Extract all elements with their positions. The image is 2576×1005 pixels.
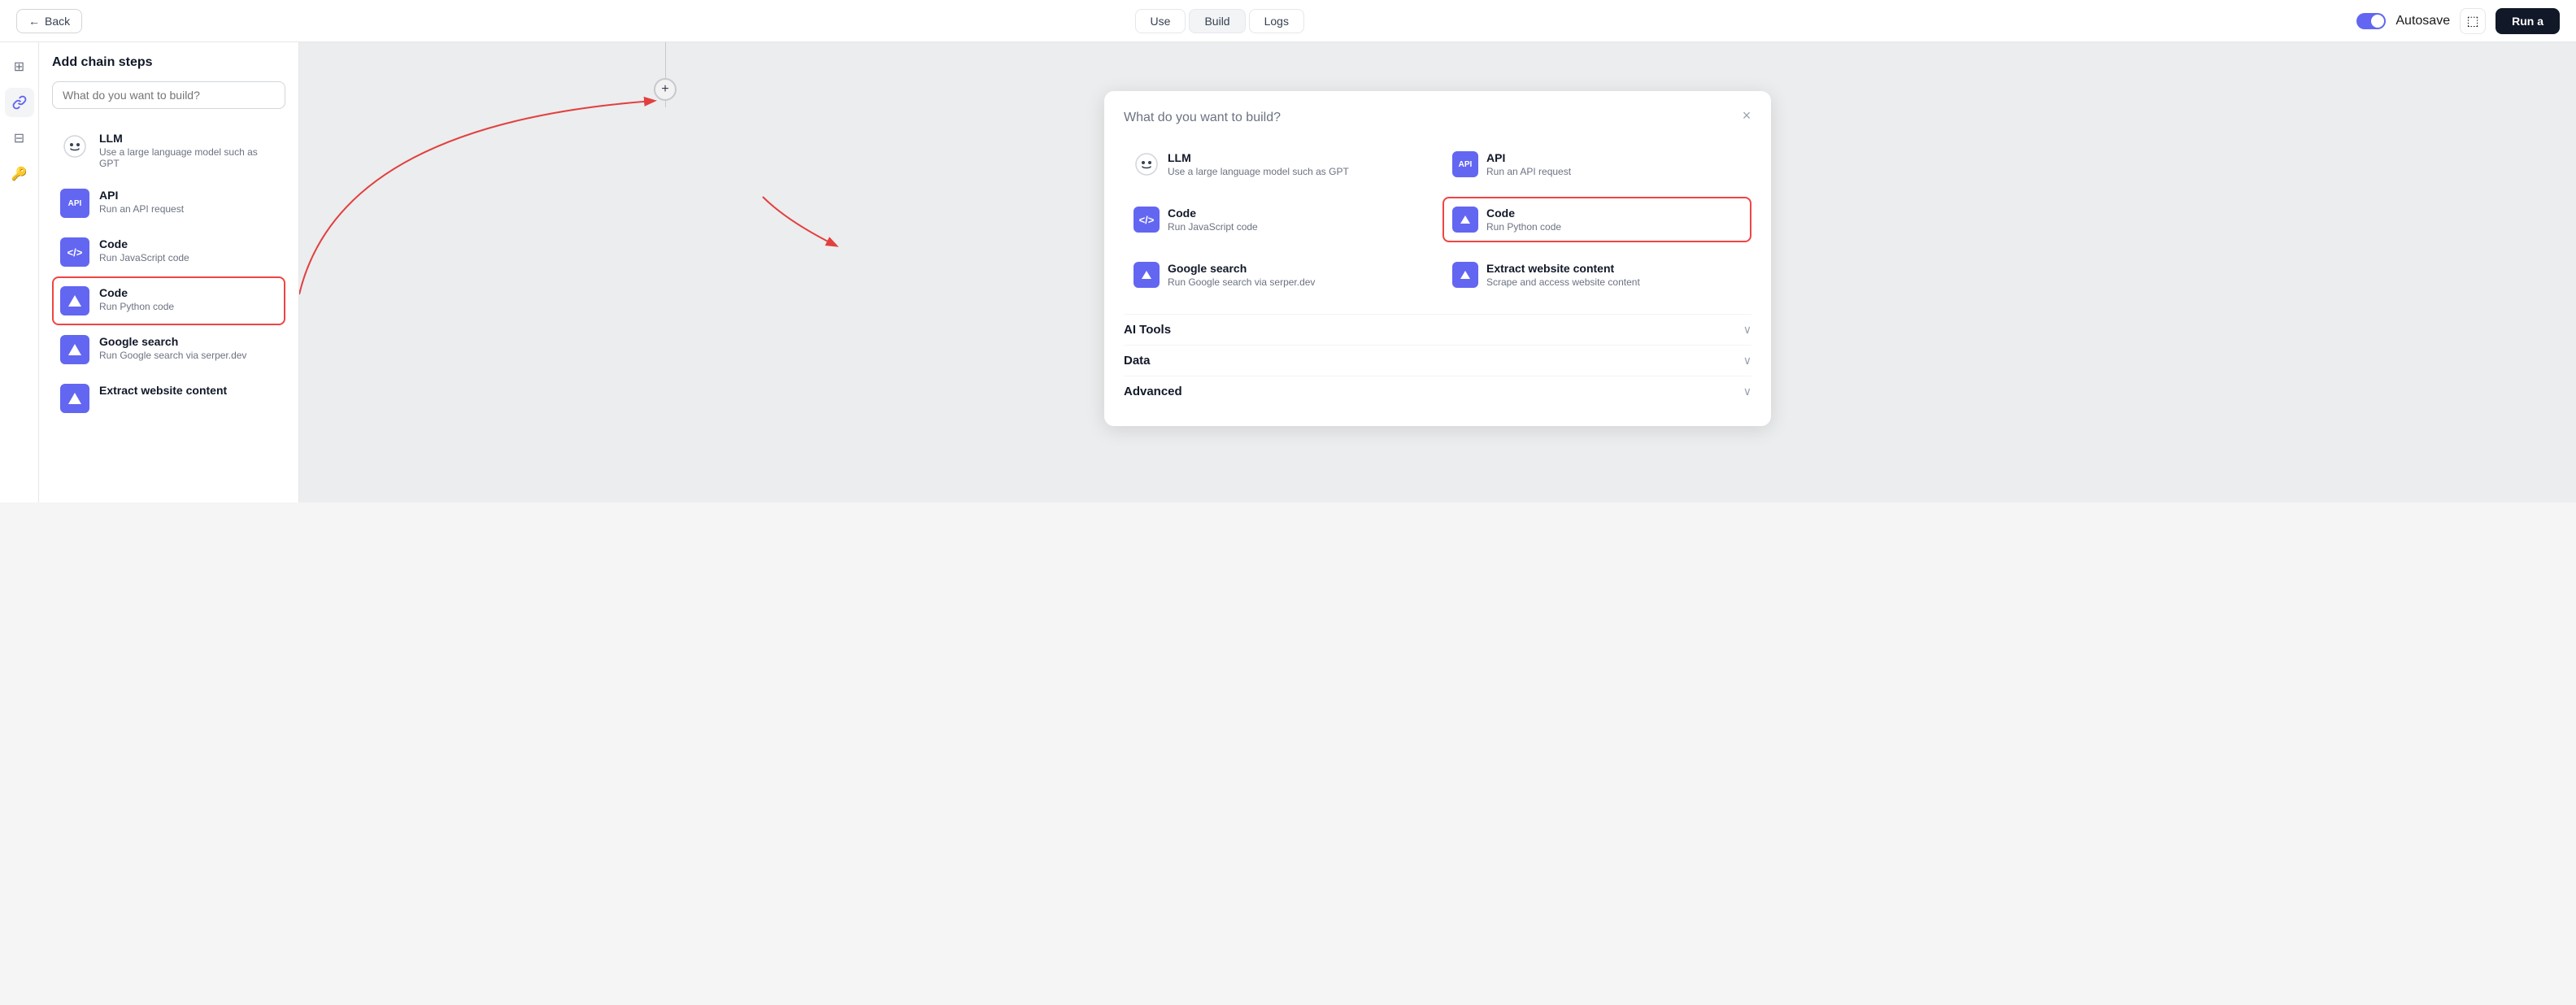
modal-extract-desc: Scrape and access website content [1486, 276, 1640, 288]
modal-extract-triangle-icon [1460, 271, 1470, 279]
tab-use[interactable]: Use [1135, 9, 1186, 33]
list-item-google[interactable]: Google search Run Google search via serp… [52, 325, 285, 374]
ai-tools-chevron-icon: ∨ [1743, 323, 1751, 337]
save-icon: ⬚ [2467, 13, 2479, 29]
modal-llm-name: LLM [1168, 151, 1349, 164]
panel-title: Add chain steps [52, 55, 285, 70]
extract-icon [60, 384, 89, 413]
left-panel: Add chain steps LLM Use a large language… [39, 42, 299, 502]
list-item-extract[interactable]: Extract website content [52, 374, 285, 423]
back-arrow-icon: ← [28, 15, 40, 28]
modal-google-desc: Run Google search via serper.dev [1168, 276, 1315, 288]
modal-google-name: Google search [1168, 262, 1315, 275]
nav-tabs: Use Build Logs [1135, 9, 1304, 33]
modal-item-code-py[interactable]: Code Run Python code [1442, 197, 1751, 242]
modal-code-js-icon: </> [1134, 207, 1160, 233]
api-name: API [99, 189, 184, 202]
main-layout: ⊞ ⊟ 🔑 Add chain steps LLM [0, 42, 2576, 502]
list-item-llm[interactable]: LLM Use a large language model such as G… [52, 122, 285, 179]
modal-google-icon [1134, 262, 1160, 288]
section-advanced[interactable]: Advanced ∨ [1124, 376, 1751, 407]
back-label: Back [45, 15, 70, 28]
llm-icon [60, 132, 89, 161]
modal-item-extract[interactable]: Extract website content Scrape and acces… [1442, 252, 1751, 298]
list-item-code-js[interactable]: </> Code Run JavaScript code [52, 228, 285, 276]
run-button[interactable]: Run a [2496, 8, 2560, 34]
section-data[interactable]: Data ∨ [1124, 345, 1751, 376]
modal-backdrop: What do you want to build? × [299, 42, 2576, 502]
sidebar-key-icon[interactable]: 🔑 [5, 159, 34, 189]
modal-llm-desc: Use a large language model such as GPT [1168, 166, 1349, 177]
advanced-chevron-icon: ∨ [1743, 385, 1751, 398]
tab-build[interactable]: Build [1189, 9, 1245, 33]
modal-item-code-js[interactable]: </> Code Run JavaScript code [1124, 197, 1433, 242]
modal-item-google[interactable]: Google search Run Google search via serp… [1124, 252, 1433, 298]
sidebar-widget-icon[interactable]: ⊟ [5, 124, 34, 153]
triangle-icon [68, 295, 81, 307]
modal-code-py-icon [1452, 207, 1478, 233]
api-desc: Run an API request [99, 203, 184, 215]
search-input[interactable] [52, 81, 285, 109]
code-py-icon [60, 286, 89, 315]
modal-google-triangle-icon [1142, 271, 1151, 279]
list-item-code-py[interactable]: Code Run Python code [52, 276, 285, 325]
google-desc: Run Google search via serper.dev [99, 350, 246, 361]
modal-item-llm[interactable]: LLM Use a large language model such as G… [1124, 141, 1433, 187]
llm-desc: Use a large language model such as GPT [99, 146, 277, 169]
code-py-desc: Run Python code [99, 301, 174, 312]
section-ai-tools-label: AI Tools [1124, 323, 1171, 337]
autosave-toggle[interactable] [2356, 13, 2386, 29]
sidebar-grid-icon[interactable]: ⊞ [5, 52, 34, 81]
modal-code-js-name: Code [1168, 207, 1258, 220]
code-py-name: Code [99, 286, 174, 299]
code-js-desc: Run JavaScript code [99, 252, 189, 263]
modal-api-name: API [1486, 151, 1571, 164]
modal-code-py-desc: Run Python code [1486, 221, 1561, 233]
section-data-label: Data [1124, 354, 1151, 368]
sidebar-icons: ⊞ ⊟ 🔑 [0, 42, 39, 502]
code-js-name: Code [99, 237, 189, 250]
google-icon [60, 335, 89, 364]
extract-name: Extract website content [99, 384, 227, 397]
section-ai-tools[interactable]: AI Tools ∨ [1124, 314, 1751, 345]
extract-triangle-icon [68, 393, 81, 404]
topnav: ← Back Use Build Logs Autosave ⬚ Run a [0, 0, 2576, 42]
autosave-label: Autosave [2395, 14, 2450, 28]
modal-triangle-icon [1460, 215, 1470, 224]
modal-api-desc: Run an API request [1486, 166, 1571, 177]
modal-grid: LLM Use a large language model such as G… [1124, 141, 1751, 298]
modal-code-js-desc: Run JavaScript code [1168, 221, 1258, 233]
modal-close-button[interactable]: × [1735, 104, 1758, 127]
modal: What do you want to build? × [1104, 91, 1771, 426]
save-icon-button[interactable]: ⬚ [2460, 8, 2486, 34]
sidebar-link-icon[interactable] [5, 88, 34, 117]
data-chevron-icon: ∨ [1743, 354, 1751, 368]
code-js-icon: </> [60, 237, 89, 267]
modal-title: What do you want to build? [1124, 111, 1751, 125]
modal-extract-name: Extract website content [1486, 262, 1640, 275]
back-button[interactable]: ← Back [16, 9, 82, 33]
nav-right: Autosave ⬚ Run a [2356, 8, 2560, 34]
tab-logs[interactable]: Logs [1249, 9, 1304, 33]
section-advanced-label: Advanced [1124, 385, 1182, 398]
llm-name: LLM [99, 132, 277, 145]
google-name: Google search [99, 335, 246, 348]
modal-extract-icon [1452, 262, 1478, 288]
google-triangle-icon [68, 344, 81, 355]
list-item-api[interactable]: API API Run an API request [52, 179, 285, 228]
modal-item-api[interactable]: API API Run an API request [1442, 141, 1751, 187]
api-icon: API [60, 189, 89, 218]
modal-llm-icon [1134, 151, 1160, 177]
modal-api-icon: API [1452, 151, 1478, 177]
modal-code-py-name: Code [1486, 207, 1561, 220]
canvas-area: + What do you want to build? × [299, 42, 2576, 502]
